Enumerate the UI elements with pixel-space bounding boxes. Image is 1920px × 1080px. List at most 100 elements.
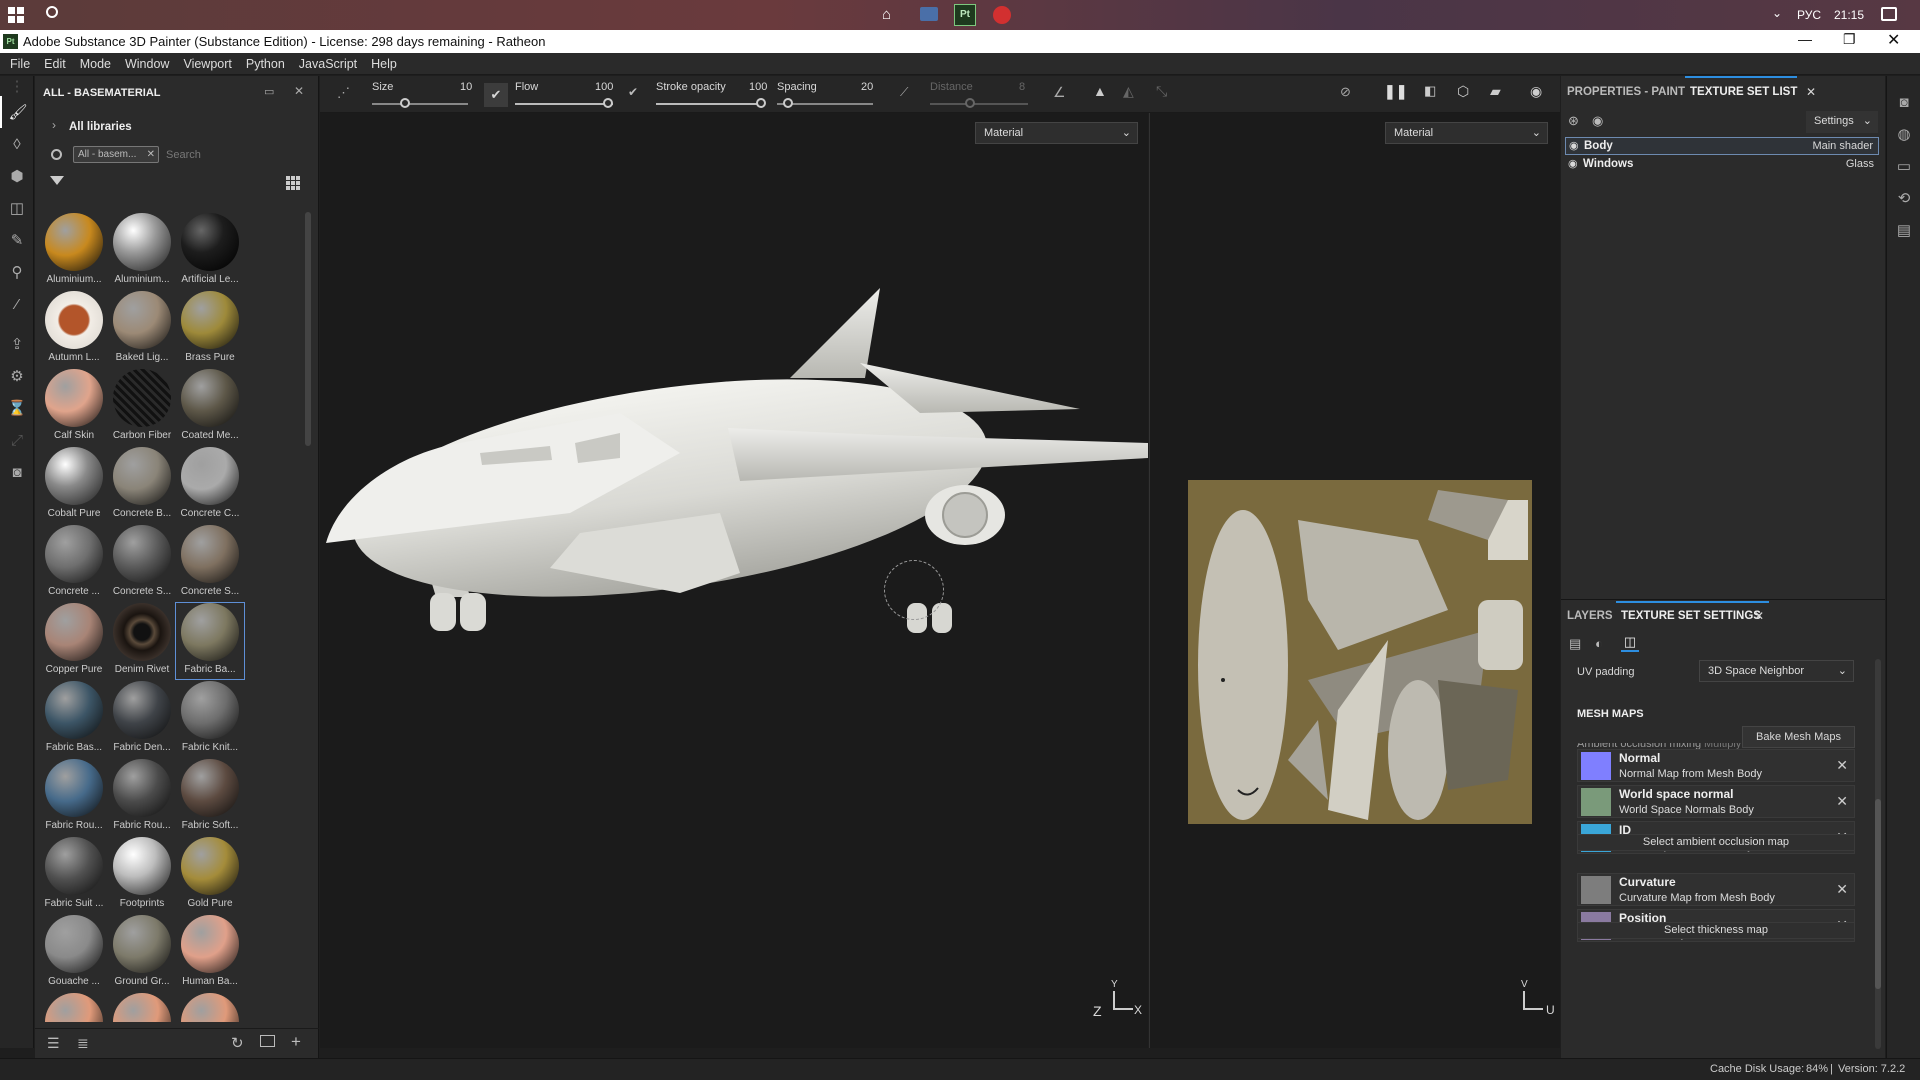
menu-javascript[interactable]: JavaScript (292, 53, 364, 75)
size-value[interactable]: 10 (460, 81, 472, 93)
size-slider-knob[interactable] (400, 98, 410, 108)
flow-value[interactable]: 100 (595, 81, 613, 93)
minimize-button[interactable]: — (1798, 31, 1812, 47)
material-thumbnail[interactable]: Artificial Le... (176, 213, 244, 285)
grid-view-icon[interactable] (286, 176, 300, 190)
material-thumbnail[interactable]: Fabric Rou... (108, 759, 176, 831)
material-thumbnail[interactable]: Copper Pure (40, 603, 108, 675)
select-ao-map-button[interactable]: Select ambient occlusion map (1577, 834, 1855, 851)
tab-texture-set-list[interactable]: TEXTURE SET LIST (1690, 86, 1797, 98)
mirror-alt-icon[interactable]: ◭ (1123, 83, 1134, 100)
menu-viewport[interactable]: Viewport (176, 53, 238, 75)
settings-dropdown[interactable]: Settings ⌄ (1806, 111, 1878, 133)
select-thickness-map-button[interactable]: Select thickness map (1577, 922, 1855, 939)
flow-slider-knob[interactable] (603, 98, 613, 108)
clone-tool-icon[interactable]: ⚲ (0, 256, 34, 288)
size-slider[interactable] (372, 103, 468, 105)
hide-icon[interactable]: ⊘ (1340, 84, 1351, 100)
menu-mode[interactable]: Mode (73, 53, 118, 75)
material-thumbnail[interactable]: Aluminium... (40, 213, 108, 285)
distance-value[interactable]: 8 (1019, 81, 1025, 93)
flow-slider[interactable] (515, 103, 613, 105)
stroke-opacity-value[interactable]: 100 (749, 81, 767, 93)
texture-set-row-body[interactable]: ◉ Body Main shader (1565, 137, 1879, 155)
filter-chip[interactable]: All - basem... ✕ (73, 146, 159, 163)
material-thumbnail[interactable]: Fabric Suit ... (40, 837, 108, 909)
add-icon[interactable]: + (291, 1032, 301, 1052)
airplane-model[interactable] (320, 113, 1148, 733)
viewport-2d-mode-dropdown[interactable]: Material ⌄ (1385, 122, 1548, 144)
color-picker-tool-icon[interactable]: ⁄ (0, 288, 34, 320)
texture-set-row-windows[interactable]: ◉ Windows Glass (1565, 156, 1879, 174)
eraser-tool-icon[interactable]: ◊ (0, 128, 34, 160)
material-thumbnail[interactable]: Concrete B... (108, 447, 176, 519)
all-libraries-link[interactable]: All libraries (69, 121, 132, 133)
screenshot-camera-icon[interactable]: ◉ (1530, 83, 1542, 100)
uv-padding-dropdown[interactable]: 3D Space Neighbor ⌄ (1699, 660, 1854, 682)
details-view-icon[interactable]: ≣ (77, 1035, 89, 1052)
remove-map-icon[interactable]: ✕ (1836, 757, 1848, 774)
app-taskbar-icon[interactable] (920, 7, 938, 21)
angle-icon[interactable]: ∠ (1053, 84, 1066, 101)
shader-ball-icon[interactable]: ◐ (1595, 636, 1603, 651)
spacing-slider-knob[interactable] (783, 98, 793, 108)
material-thumbnail[interactable]: Gold Pure (176, 837, 244, 909)
material-thumbnail[interactable]: Baked Lig... (108, 291, 176, 363)
layer-stack-icon[interactable]: ▤ (1569, 636, 1581, 652)
record-taskbar-icon[interactable] (993, 6, 1011, 24)
material-thumbnail[interactable]: Fabric Bas... (40, 681, 108, 753)
material-thumbnail[interactable]: Brass Pure (176, 291, 244, 363)
bake-mesh-maps-button[interactable]: Bake Mesh Maps (1742, 726, 1855, 748)
projection-tool-icon[interactable]: ⬢ (0, 160, 34, 192)
texture-set-shader[interactable]: Main shader (1812, 140, 1873, 152)
remove-map-icon[interactable]: ✕ (1836, 793, 1848, 810)
symmetry-icon[interactable]: ⋰ (337, 85, 350, 101)
material-thumbnail[interactable]: Fabric Soft... (176, 759, 244, 831)
material-thumbnail[interactable] (40, 993, 108, 1022)
menu-python[interactable]: Python (239, 53, 292, 75)
search-icon[interactable] (46, 6, 58, 18)
material-thumbnail[interactable]: Cobalt Pure (40, 447, 108, 519)
material-thumbnail[interactable]: Fabric Den... (108, 681, 176, 753)
tab-texture-set-settings[interactable]: TEXTURE SET SETTINGS (1621, 610, 1761, 622)
texture-set-shader[interactable]: Glass (1846, 158, 1874, 170)
viewport-3d[interactable]: Material ⌄ Y Z X (320, 113, 1148, 1048)
mesh-map-row[interactable]: Normal Normal Map from Mesh Body ✕ (1577, 749, 1855, 782)
spacing-value[interactable]: 20 (861, 81, 873, 93)
uv-layout[interactable] (1188, 480, 1532, 824)
display-settings-icon[interactable]: ▭ (1887, 150, 1920, 182)
split-view-icon[interactable]: ◧ (1424, 83, 1436, 99)
stroke-opacity-slider-knob[interactable] (756, 98, 766, 108)
material-thumbnail[interactable] (108, 993, 176, 1022)
material-thumbnail[interactable]: Fabric Ba... (175, 602, 245, 680)
distance-slider-knob[interactable] (965, 98, 975, 108)
filter-icon[interactable] (50, 176, 64, 185)
camera-video-icon[interactable]: ▰ (1490, 83, 1501, 100)
keyboard-language[interactable]: РУС (1797, 8, 1821, 22)
menu-window[interactable]: Window (118, 53, 176, 75)
stroke-pen-icon[interactable]: ✔ (628, 85, 638, 99)
bake-icon[interactable]: ⚙ (0, 360, 34, 392)
history-icon[interactable]: ⟲ (1887, 182, 1920, 214)
eye-icon[interactable]: ◉ (1592, 113, 1603, 129)
search-input[interactable]: Search (166, 149, 296, 161)
pen-pressure-button[interactable]: ✔ (484, 83, 508, 107)
camera-settings-icon[interactable]: ◙ (1887, 86, 1920, 118)
eye-icon[interactable]: ◉ (1568, 157, 1578, 170)
menu-file[interactable]: File (3, 53, 37, 75)
viewport-2d[interactable]: Material ⌄ V U (1149, 113, 1560, 1048)
close-window-button[interactable]: ✕ (1887, 30, 1900, 50)
clock[interactable]: 21:15 (1834, 8, 1864, 22)
close-tab-icon[interactable]: ✕ (1806, 85, 1816, 99)
windows-start-icon[interactable] (8, 7, 24, 23)
pause-icon[interactable]: ❚❚ (1384, 83, 1407, 100)
material-thumbnail[interactable]: Coated Me... (176, 369, 244, 441)
tss-scrollbar[interactable] (1875, 659, 1881, 1049)
material-thumbnail[interactable]: Gouache ... (40, 915, 108, 987)
material-thumbnail[interactable]: Aluminium... (108, 213, 176, 285)
material-thumbnail[interactable]: Footprints (108, 837, 176, 909)
folder-icon[interactable] (260, 1035, 275, 1047)
menu-help[interactable]: Help (364, 53, 404, 75)
material-thumbnail[interactable]: Denim Rivet (108, 603, 176, 675)
menu-edit[interactable]: Edit (37, 53, 73, 75)
